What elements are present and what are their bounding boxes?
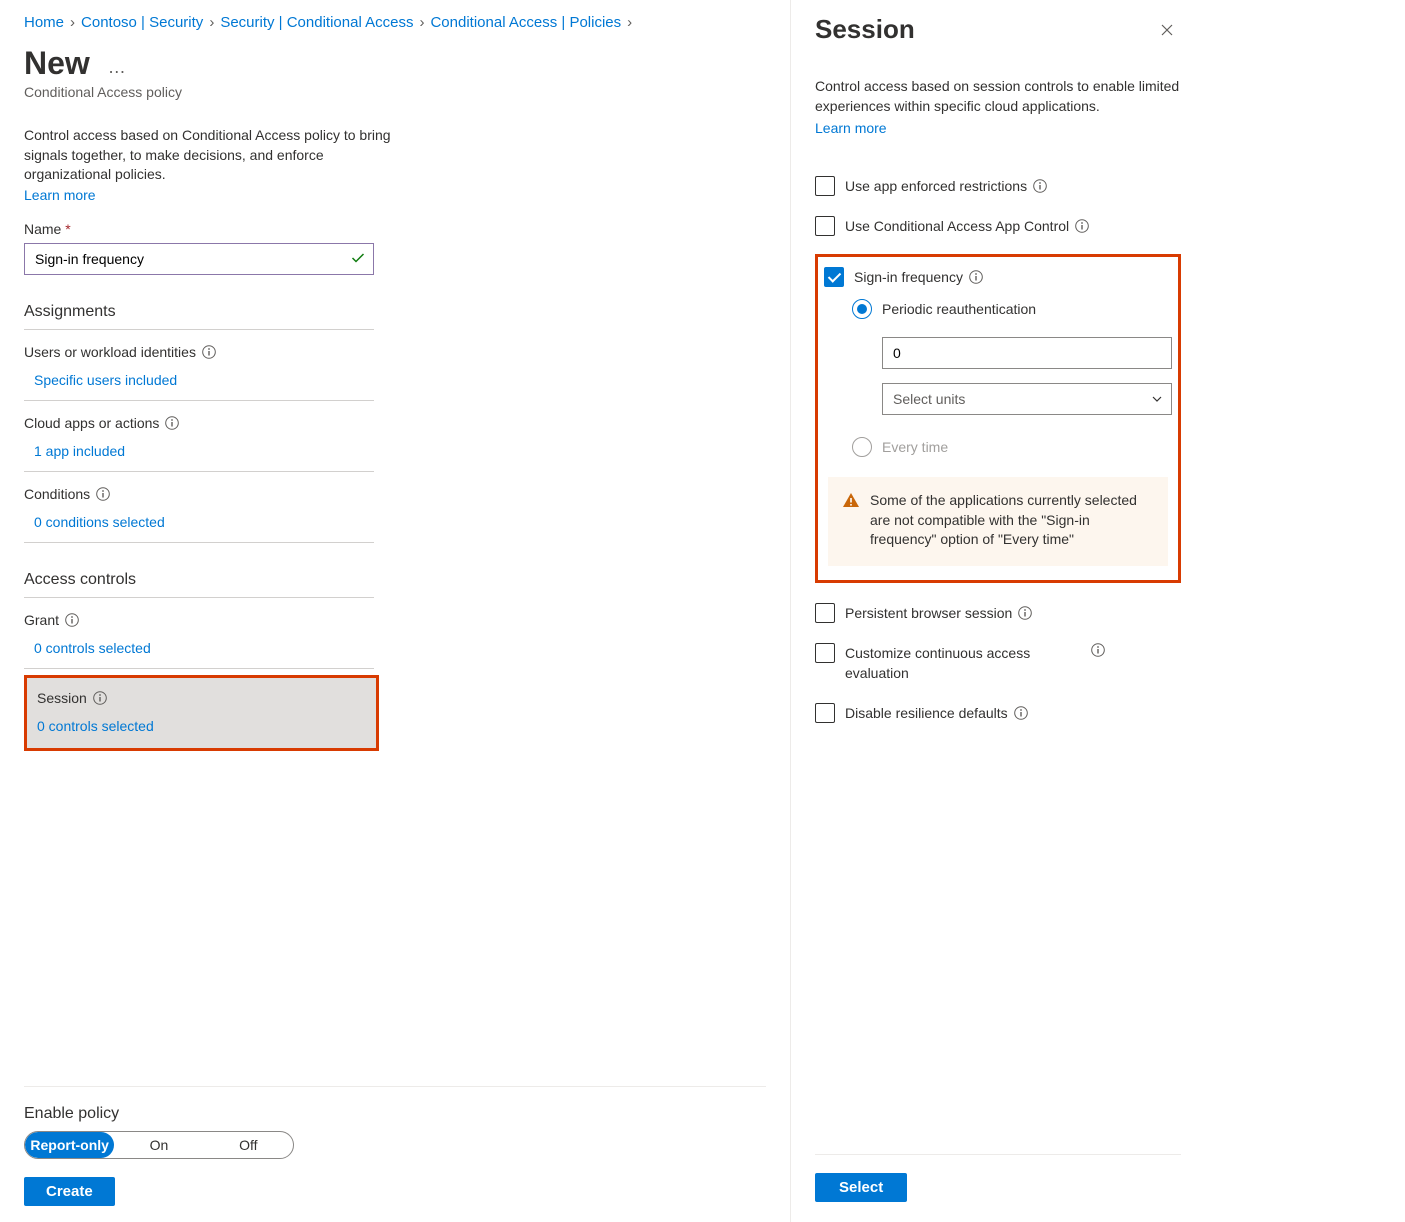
- signin-frequency-section: Sign-in frequency Periodic reauthenticat…: [815, 254, 1181, 583]
- breadcrumb-contoso[interactable]: Contoso | Security: [81, 14, 203, 31]
- learn-more-link[interactable]: Learn more: [24, 187, 766, 203]
- signin-frequency-checkbox[interactable]: [824, 267, 844, 287]
- conditions-item[interactable]: Conditions 0 conditions selected: [24, 472, 374, 543]
- chevron-right-icon: ›: [419, 14, 424, 31]
- cae-checkbox[interactable]: [815, 643, 835, 663]
- info-icon[interactable]: [1075, 219, 1089, 233]
- grant-label: Grant: [24, 612, 59, 628]
- warning-box: Some of the applications currently selec…: [828, 477, 1168, 566]
- grant-value[interactable]: 0 controls selected: [24, 640, 374, 656]
- panel-title: Session: [815, 14, 915, 45]
- chevron-right-icon: ›: [70, 14, 75, 31]
- session-label: Session: [37, 690, 87, 706]
- app-enforced-checkbox[interactable]: [815, 176, 835, 196]
- name-input[interactable]: [24, 243, 374, 275]
- periodic-label: Periodic reauthentication: [882, 301, 1036, 317]
- info-icon[interactable]: [1091, 643, 1105, 657]
- session-item[interactable]: Session 0 controls selected: [24, 675, 379, 751]
- app-enforced-label: Use app enforced restrictions: [845, 176, 1027, 196]
- warning-text: Some of the applications currently selec…: [870, 491, 1154, 550]
- info-icon[interactable]: [65, 613, 79, 627]
- assignments-heading: Assignments: [24, 303, 374, 330]
- info-icon[interactable]: [93, 691, 107, 705]
- units-select[interactable]: Select units: [882, 383, 1172, 415]
- every-time-radio[interactable]: [852, 437, 872, 457]
- frequency-value-input[interactable]: [882, 337, 1172, 369]
- users-label: Users or workload identities: [24, 344, 196, 360]
- chevron-down-icon: [1150, 392, 1164, 406]
- enable-policy-toggle[interactable]: Report-only On Off: [24, 1131, 294, 1159]
- enable-policy-label: Enable policy: [24, 1105, 766, 1123]
- more-icon[interactable]: …: [108, 57, 126, 78]
- persistent-browser-label: Persistent browser session: [845, 603, 1012, 623]
- info-icon[interactable]: [202, 345, 216, 359]
- warning-icon: [842, 491, 860, 550]
- info-icon[interactable]: [1014, 706, 1028, 720]
- info-icon[interactable]: [96, 487, 110, 501]
- conditions-value[interactable]: 0 conditions selected: [24, 514, 374, 530]
- breadcrumb: Home › Contoso | Security › Security | C…: [24, 14, 766, 31]
- info-icon[interactable]: [165, 416, 179, 430]
- ca-app-control-checkbox[interactable]: [815, 216, 835, 236]
- panel-intro: Control access based on session controls…: [815, 77, 1181, 116]
- apps-item[interactable]: Cloud apps or actions 1 app included: [24, 401, 374, 472]
- persistent-browser-checkbox[interactable]: [815, 603, 835, 623]
- page-title: New: [24, 45, 90, 82]
- units-placeholder: Select units: [893, 391, 965, 407]
- breadcrumb-security[interactable]: Security | Conditional Access: [220, 14, 413, 31]
- info-icon[interactable]: [1033, 179, 1047, 193]
- session-value[interactable]: 0 controls selected: [37, 718, 366, 734]
- grant-item[interactable]: Grant 0 controls selected: [24, 598, 374, 669]
- access-controls-heading: Access controls: [24, 571, 374, 598]
- intro-text: Control access based on Conditional Acce…: [24, 126, 394, 185]
- signin-frequency-label: Sign-in frequency: [854, 267, 963, 287]
- enable-off[interactable]: Off: [204, 1132, 293, 1158]
- name-label: Name *: [24, 221, 766, 237]
- every-time-label: Every time: [882, 439, 948, 455]
- chevron-right-icon: ›: [209, 14, 214, 31]
- cae-label: Customize continuous access evaluation: [845, 643, 1085, 683]
- breadcrumb-home[interactable]: Home: [24, 14, 64, 31]
- info-icon[interactable]: [969, 270, 983, 284]
- apps-label: Cloud apps or actions: [24, 415, 159, 431]
- resilience-checkbox[interactable]: [815, 703, 835, 723]
- page-subtitle: Conditional Access policy: [24, 84, 766, 100]
- breadcrumb-ca-policies[interactable]: Conditional Access | Policies: [430, 14, 621, 31]
- enable-on[interactable]: On: [114, 1132, 203, 1158]
- chevron-right-icon: ›: [627, 14, 632, 31]
- apps-value[interactable]: 1 app included: [24, 443, 374, 459]
- close-icon[interactable]: [1153, 21, 1181, 39]
- ca-app-control-label: Use Conditional Access App Control: [845, 216, 1069, 236]
- create-button[interactable]: Create: [24, 1177, 115, 1206]
- resilience-label: Disable resilience defaults: [845, 703, 1008, 723]
- select-button[interactable]: Select: [815, 1173, 907, 1202]
- info-icon[interactable]: [1018, 606, 1032, 620]
- panel-learn-more-link[interactable]: Learn more: [815, 120, 1181, 136]
- users-item[interactable]: Users or workload identities Specific us…: [24, 330, 374, 401]
- conditions-label: Conditions: [24, 486, 90, 502]
- enable-report-only[interactable]: Report-only: [25, 1132, 114, 1158]
- checkmark-icon: [350, 250, 366, 266]
- users-value[interactable]: Specific users included: [24, 372, 374, 388]
- periodic-radio[interactable]: [852, 299, 872, 319]
